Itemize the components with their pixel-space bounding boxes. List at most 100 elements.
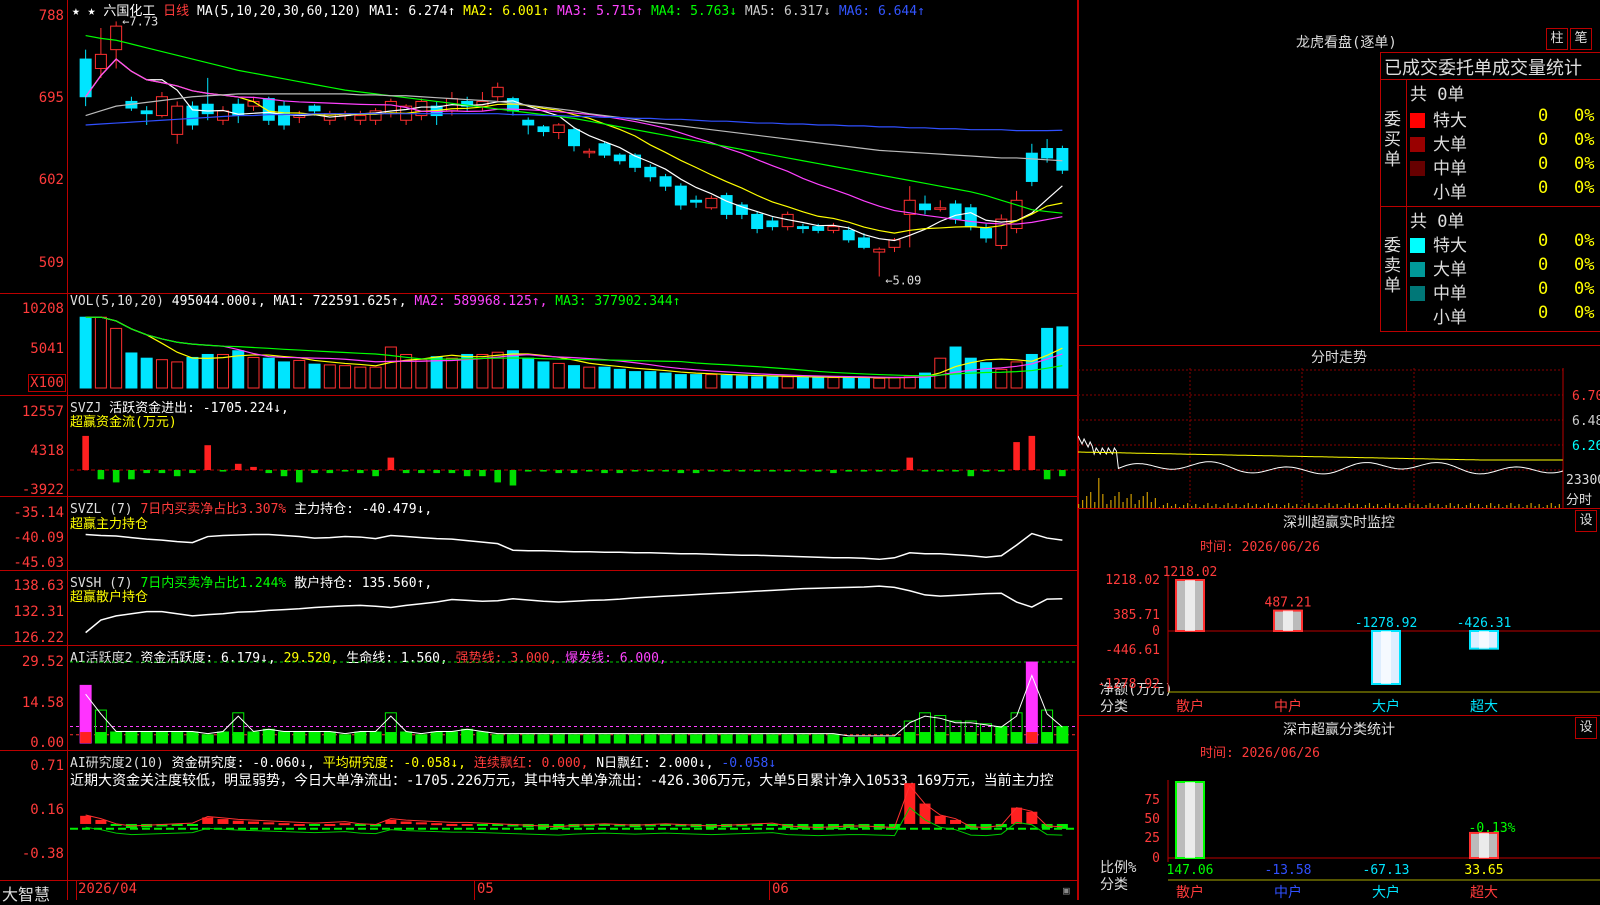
fenshi-vol-bar bbox=[1425, 505, 1427, 508]
svzj-bar bbox=[906, 457, 914, 470]
high-annotation: ←7.73 bbox=[122, 14, 158, 28]
yj-research-bar bbox=[95, 819, 107, 824]
realtime-category-label: 超大 bbox=[1470, 699, 1498, 715]
svzj-bar bbox=[1013, 442, 1020, 470]
ai-active-bar bbox=[613, 734, 626, 744]
candle-body bbox=[827, 226, 840, 231]
classify-category-label: 超大 bbox=[1470, 885, 1498, 900]
ai-active-bar bbox=[110, 731, 123, 744]
yj-research-bar bbox=[1026, 811, 1038, 824]
ai-active-bar bbox=[766, 734, 779, 744]
svzj-bar bbox=[677, 470, 685, 474]
fenshi-vol-bar bbox=[1389, 503, 1391, 508]
candle-body bbox=[812, 226, 825, 231]
classify-annotation: -0.13% bbox=[1469, 821, 1516, 836]
ai-active-bar bbox=[873, 737, 886, 744]
ai-active-bar bbox=[812, 734, 825, 744]
fenshi-vol-bar bbox=[1219, 507, 1221, 508]
ai-active-base bbox=[1026, 732, 1038, 743]
yj-research-bar bbox=[80, 815, 92, 824]
fenshi-price-line bbox=[1078, 435, 1563, 475]
classify-value-label: 147.06 bbox=[1167, 863, 1214, 878]
ai-active-bar bbox=[644, 734, 657, 744]
ai-active-base bbox=[980, 732, 992, 743]
yj-research-bar bbox=[1011, 807, 1023, 824]
svzl-line bbox=[85, 532, 1063, 561]
fenshi-vol-bar bbox=[1098, 478, 1100, 508]
fenshi-vol-bar bbox=[1162, 505, 1165, 508]
fenshi-vol-bar bbox=[1494, 506, 1496, 508]
ai-active-bar bbox=[857, 737, 870, 744]
volume-bar bbox=[644, 371, 657, 389]
ai-active-bar bbox=[415, 734, 428, 744]
classify-tick: 0 bbox=[1152, 851, 1160, 866]
realtime-tick: 1218.02 bbox=[1105, 573, 1160, 588]
svzj-bar bbox=[418, 470, 425, 474]
volume-bar bbox=[186, 356, 199, 389]
volume-bar bbox=[735, 375, 748, 389]
volume-bar bbox=[339, 365, 352, 389]
fenshi-vol-bar bbox=[1146, 492, 1148, 508]
fenshi-vol-bar bbox=[1514, 506, 1516, 508]
ai-active-bar bbox=[796, 734, 809, 744]
yj-research-bar bbox=[309, 823, 321, 826]
ai-active-bar bbox=[568, 734, 580, 744]
fenshi-vol-bar bbox=[1239, 507, 1241, 508]
fenshi-vol-bar bbox=[1288, 503, 1290, 508]
ai-active-bar bbox=[598, 734, 611, 744]
volume-bar bbox=[369, 366, 382, 389]
fenshi-vol-bar bbox=[1449, 503, 1451, 508]
volume-bar bbox=[888, 377, 901, 389]
volume-bar bbox=[766, 376, 779, 389]
ai-active-base bbox=[950, 732, 962, 743]
svzj-bar bbox=[234, 463, 242, 470]
fenshi-vol-bar bbox=[1546, 505, 1548, 508]
volume-bar bbox=[140, 357, 153, 389]
volume-bar bbox=[796, 376, 809, 389]
volume-bar bbox=[583, 366, 596, 389]
ma4-line bbox=[85, 34, 1063, 214]
svzj-bar bbox=[647, 470, 654, 472]
svzj-bar bbox=[753, 470, 761, 472]
ai-active-bar bbox=[125, 731, 138, 744]
volume-bar bbox=[384, 346, 397, 389]
fenshi-vol-bar bbox=[1352, 506, 1354, 508]
candle-body bbox=[659, 176, 672, 187]
fenshi-vol-bar bbox=[1372, 506, 1375, 508]
volume-bar bbox=[476, 353, 489, 389]
fenshi-vol-bar bbox=[1158, 507, 1160, 508]
svzj-bar bbox=[112, 470, 120, 483]
fenshi-vol-bar bbox=[1437, 504, 1439, 508]
ai-active-bar bbox=[445, 731, 458, 744]
yj-research-bar bbox=[461, 823, 473, 826]
fenshi-vol-bar bbox=[1280, 507, 1282, 508]
fenshi-vol-bar bbox=[1078, 504, 1080, 508]
classify-bar-highlight bbox=[1479, 832, 1489, 858]
svzj-bar bbox=[952, 470, 959, 472]
fenshi-vol-bar bbox=[1518, 504, 1520, 508]
volume-bar bbox=[171, 361, 184, 389]
fenshi-vol-bar bbox=[1445, 505, 1447, 508]
kline-chart[interactable]: ←7.73 ←5.09 bbox=[0, 0, 1078, 900]
ai-active-bar bbox=[506, 734, 519, 744]
svzj-bar bbox=[128, 470, 135, 480]
ai-active-bar bbox=[781, 734, 794, 744]
fenshi-vol-bar bbox=[1166, 503, 1169, 508]
svzj-bar bbox=[143, 470, 150, 474]
fenshi-vol-bar bbox=[1086, 496, 1088, 508]
fenshi-vol-bar bbox=[1385, 505, 1387, 508]
fenshi-vol-bar bbox=[1284, 505, 1286, 508]
yj-research-bar bbox=[400, 821, 412, 824]
ai-active-bar bbox=[583, 734, 596, 744]
fenshi-vol-bar bbox=[1300, 507, 1302, 508]
candle-body bbox=[980, 228, 993, 239]
candle-body bbox=[140, 110, 153, 115]
ai-active-bar bbox=[720, 734, 733, 744]
fenshi-vol-bar bbox=[1417, 504, 1419, 508]
fenshi-vol-bar bbox=[1469, 503, 1472, 508]
volume-bar bbox=[278, 361, 291, 389]
ai-active-base bbox=[965, 732, 977, 743]
candle-body bbox=[796, 226, 809, 230]
candle-body bbox=[934, 207, 947, 210]
fenshi-vol-bar bbox=[1122, 502, 1124, 508]
